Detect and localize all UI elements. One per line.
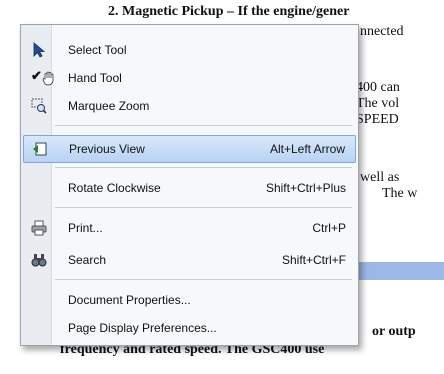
doc-line-fragment: SPEED <box>356 112 399 127</box>
menu-item-page-display-preferences[interactable]: Page Display Preferences... <box>23 315 356 341</box>
menu-item-rotate-clockwise[interactable]: Rotate Clockwise Shift+Ctrl+Plus <box>23 175 356 201</box>
doc-line-fragment: The vol <box>356 96 400 111</box>
search-binoculars-icon <box>31 252 47 268</box>
menu-item-shortcut: Shift+Ctrl+F <box>281 253 346 267</box>
menu-item-previous-view[interactable]: Previous View Alt+Left Arrow <box>23 135 356 163</box>
menu-item-marquee-zoom[interactable]: Marquee Zoom <box>23 93 356 119</box>
doc-line-fragment: 400 can <box>356 80 400 95</box>
menu-separator <box>55 279 352 280</box>
menu-item-label: Select Tool <box>68 43 127 57</box>
menu-item-label: Search <box>68 253 107 267</box>
doc-line-heading: 2. Magnetic Pickup – If the engine/gener <box>108 4 350 19</box>
menu-item-hand-tool[interactable]: ✔ Hand Tool <box>23 65 356 91</box>
arrow-cursor-icon <box>31 42 47 58</box>
doc-highlight-band <box>355 262 444 280</box>
doc-line-fragment: The w <box>382 186 418 201</box>
menu-item-print[interactable]: Print... Ctrl+P <box>23 215 356 241</box>
marquee-zoom-icon <box>31 98 47 114</box>
previous-view-icon <box>32 141 48 157</box>
menu-item-label: Document Properties... <box>68 293 191 307</box>
menu-item-label: Hand Tool <box>68 71 122 85</box>
hand-icon <box>41 70 57 86</box>
menu-separator <box>55 207 352 208</box>
doc-line-fragment: nnected <box>360 24 404 39</box>
menu-item-select-tool[interactable]: Select Tool <box>23 37 356 63</box>
menu-item-shortcut: Alt+Left Arrow <box>269 142 345 156</box>
context-menu: Select Tool ✔ Hand Tool Marquee Zoom Pre… <box>20 24 359 346</box>
menu-item-shortcut: Shift+Ctrl+Plus <box>265 181 346 195</box>
menu-item-shortcut: Ctrl+P <box>312 221 346 235</box>
menu-item-label: Page Display Preferences... <box>68 321 217 335</box>
menu-item-label: Previous View <box>69 142 145 156</box>
menu-item-label: Print... <box>68 221 103 235</box>
doc-line-fragment: well as <box>360 170 400 185</box>
printer-icon <box>31 220 47 236</box>
menu-separator <box>55 167 352 168</box>
menu-item-document-properties[interactable]: Document Properties... <box>23 287 356 313</box>
menu-item-search[interactable]: Search Shift+Ctrl+F <box>23 247 356 273</box>
doc-line-fragment: or outp <box>372 324 416 339</box>
menu-item-label: Marquee Zoom <box>68 99 150 113</box>
menu-separator <box>55 125 352 126</box>
menu-item-label: Rotate Clockwise <box>68 181 161 195</box>
